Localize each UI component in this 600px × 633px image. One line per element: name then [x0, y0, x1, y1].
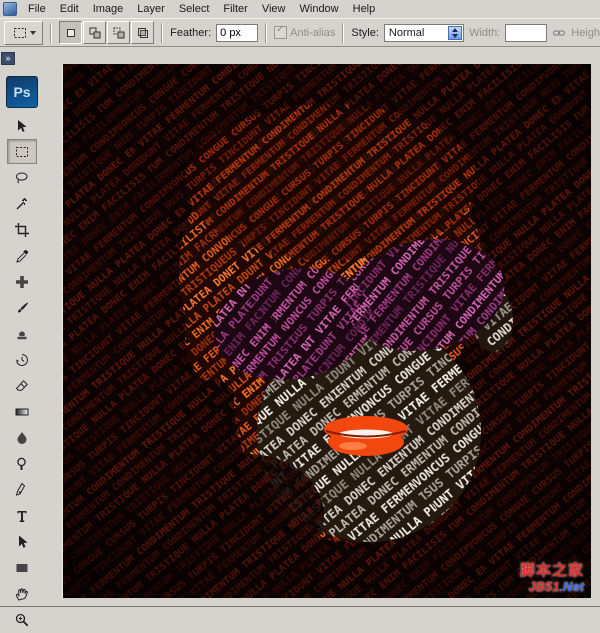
separator — [265, 23, 267, 43]
new-selection-button[interactable] — [59, 21, 82, 44]
tool-preset-button[interactable] — [4, 21, 43, 45]
tool-healing-button[interactable] — [7, 269, 37, 294]
typographic-portrait-svg: VONCUS CONGUE CURSUS TURPIS TINCIDUNT VI… — [63, 64, 591, 598]
add-to-selection-icon — [87, 25, 103, 41]
tool-quick-select-button[interactable] — [7, 191, 37, 216]
gradient-icon — [14, 404, 30, 420]
tool-history-brush-button[interactable] — [7, 347, 37, 372]
zoom-icon — [14, 612, 30, 628]
tool-blur-button[interactable] — [7, 425, 37, 450]
width-input[interactable] — [505, 24, 547, 42]
width-label: Width: — [469, 27, 500, 39]
tool-move-button[interactable] — [7, 113, 37, 138]
marquee-icon — [14, 144, 30, 160]
style-label: Style: — [351, 27, 379, 39]
type-icon — [14, 508, 30, 524]
photoshop-app-icon — [3, 2, 17, 16]
tool-eraser-button[interactable] — [7, 373, 37, 398]
menu-image[interactable]: Image — [86, 1, 131, 17]
tool-marquee-button[interactable] — [7, 139, 37, 164]
tool-eyedropper-button[interactable] — [7, 243, 37, 268]
feather-label: Feather: — [170, 27, 211, 39]
tool-pen-button[interactable] — [7, 477, 37, 502]
history-brush-icon — [14, 352, 30, 368]
tool-hand-button[interactable] — [7, 581, 37, 606]
tool-rectangle-button[interactable] — [7, 555, 37, 580]
options-bar: Feather: Anti-alias Style: Normal Width:… — [0, 18, 600, 47]
tool-path-selection-button[interactable] — [7, 529, 37, 554]
tool-lasso-button[interactable] — [7, 165, 37, 190]
separator — [342, 23, 344, 43]
quick-select-icon — [14, 196, 30, 212]
rectangular-marquee-icon — [12, 25, 28, 41]
tool-palette — [7, 113, 37, 633]
eyedropper-icon — [14, 248, 30, 264]
healing-icon — [14, 274, 30, 290]
hand-icon — [14, 586, 30, 602]
style-select[interactable]: Normal — [384, 24, 464, 42]
tool-clone-stamp-button[interactable] — [7, 321, 37, 346]
style-selected-value: Normal — [389, 27, 424, 39]
separator — [161, 23, 163, 43]
tool-gradient-button[interactable] — [7, 399, 37, 424]
menu-bar: FileEditImageLayerSelectFilterViewWindow… — [0, 0, 600, 18]
tool-brush-button[interactable] — [7, 295, 37, 320]
path-selection-icon — [14, 534, 30, 550]
canvas-image: VONCUS CONGUE CURSUS TURPIS TINCIDUNT VI… — [63, 64, 591, 598]
move-icon — [14, 118, 30, 134]
menu-view[interactable]: View — [255, 1, 293, 17]
tool-zoom-button[interactable] — [7, 607, 37, 632]
tool-dodge-button[interactable] — [7, 451, 37, 476]
crop-icon — [14, 222, 30, 238]
menu-select[interactable]: Select — [172, 1, 217, 17]
link-dimensions-icon[interactable] — [552, 26, 566, 40]
intersect-with-selection-icon — [135, 25, 151, 41]
dodge-icon — [14, 456, 30, 472]
watermark-chinese: 脚本之家 — [520, 563, 584, 580]
menu-layer[interactable]: Layer — [130, 1, 172, 17]
lasso-icon — [14, 170, 30, 186]
checkbox-icon — [274, 26, 287, 39]
selection-mode-group — [59, 21, 154, 44]
dock-collapse-button[interactable]: » — [1, 52, 15, 65]
height-label: Heigh — [571, 27, 600, 39]
blur-icon — [14, 430, 30, 446]
photoshop-logo: Ps — [6, 76, 38, 108]
anti-alias-label: Anti-alias — [290, 27, 335, 39]
new-selection-icon — [63, 25, 79, 41]
rectangle-icon — [14, 560, 30, 576]
tool-crop-button[interactable] — [7, 217, 37, 242]
intersect-with-selection-button[interactable] — [131, 21, 154, 44]
menu-items: FileEditImageLayerSelectFilterViewWindow… — [21, 0, 382, 18]
clone-stamp-icon — [14, 326, 30, 342]
menu-file[interactable]: File — [21, 1, 53, 17]
brush-icon — [14, 300, 30, 316]
separator — [50, 23, 52, 43]
watermark: 脚本之家 JB51.Net — [520, 563, 584, 594]
menu-edit[interactable]: Edit — [53, 1, 86, 17]
subtract-from-selection-icon — [111, 25, 127, 41]
tool-type-button[interactable] — [7, 503, 37, 528]
add-to-selection-button[interactable] — [83, 21, 106, 44]
menu-filter[interactable]: Filter — [216, 1, 254, 17]
canvas-area[interactable]: VONCUS CONGUE CURSUS TURPIS TINCIDUNT VI… — [62, 64, 591, 598]
menu-window[interactable]: Window — [293, 1, 346, 17]
menu-help[interactable]: Help — [346, 1, 383, 17]
pen-icon — [14, 482, 30, 498]
spinner-arrows-icon[interactable] — [448, 26, 462, 40]
chevron-down-icon — [30, 31, 36, 35]
feather-input[interactable] — [216, 24, 258, 42]
watermark-site: JB51.Net — [520, 580, 584, 594]
anti-alias-checkbox[interactable]: Anti-alias — [274, 26, 335, 39]
subtract-from-selection-button[interactable] — [107, 21, 130, 44]
eraser-icon — [14, 378, 30, 394]
